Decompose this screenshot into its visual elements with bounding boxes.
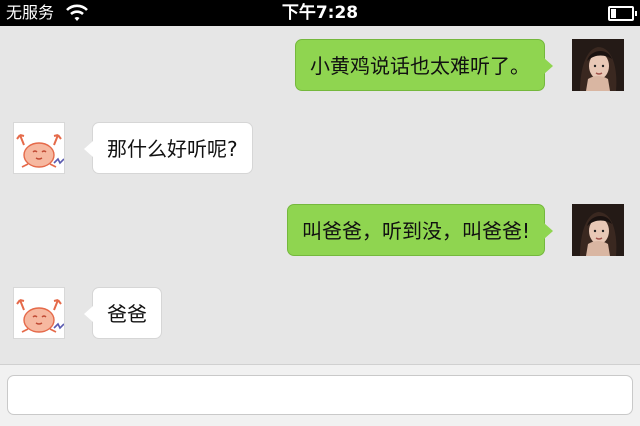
message-text: 爸爸 xyxy=(107,302,147,326)
woman-photo-avatar-icon xyxy=(572,39,624,91)
outgoing-message-bubble[interactable]: 叫爸爸，听到没，叫爸爸! xyxy=(286,204,554,256)
crab-avatar-icon xyxy=(16,299,64,333)
message-input[interactable] xyxy=(7,375,633,415)
message-text: 小黄鸡说话也太难听了。 xyxy=(310,54,530,78)
clock: 下午7:28 xyxy=(281,3,359,23)
incoming-message-bubble[interactable]: 那什么好听呢? xyxy=(84,122,253,174)
chat-screen: 无服务 下午7:28 小黄鸡说话也太难听了。 那什么好听呢? 叫爸爸，听到没，叫… xyxy=(0,0,640,426)
woman-photo-avatar-icon xyxy=(572,204,624,256)
user-avatar[interactable] xyxy=(572,204,624,256)
bot-avatar[interactable] xyxy=(13,287,65,339)
crab-avatar-icon xyxy=(16,134,64,168)
message-text: 叫爸爸，听到没，叫爸爸! xyxy=(301,219,530,243)
composer-bar xyxy=(0,364,640,426)
user-avatar[interactable] xyxy=(572,39,624,91)
status-bar: 无服务 下午7:28 xyxy=(0,0,640,26)
message-text: 那什么好听呢? xyxy=(107,137,238,161)
outgoing-message-bubble[interactable]: 小黄鸡说话也太难听了。 xyxy=(295,39,553,91)
battery-cap xyxy=(635,11,637,16)
incoming-message-bubble[interactable]: 爸爸 xyxy=(84,287,162,339)
bot-avatar[interactable] xyxy=(13,122,65,174)
battery-level xyxy=(611,9,616,18)
battery-icon xyxy=(608,6,637,21)
